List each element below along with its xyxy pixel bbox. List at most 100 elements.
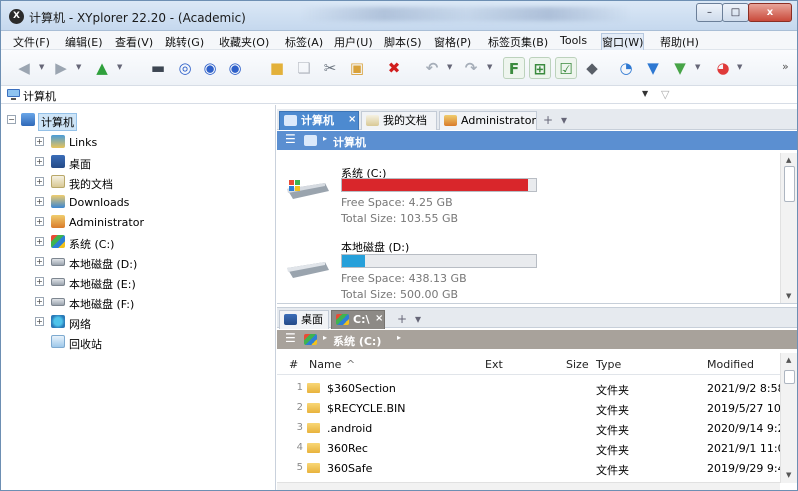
copy-button[interactable]: ❏ <box>293 57 315 79</box>
column-size[interactable]: Size <box>566 358 589 371</box>
pie-dropdown-icon[interactable]: ▼ <box>737 63 742 71</box>
tab-computer[interactable]: 计算机 × <box>279 111 359 130</box>
new-tab-button[interactable]: + <box>397 312 407 326</box>
menu-panes[interactable]: 窗格(P) <box>434 34 471 50</box>
list-row[interactable]: 4 360Rec 文件夹 2021/9/1 11:01 <box>277 438 780 458</box>
up-dropdown-icon[interactable]: ▼ <box>117 63 122 71</box>
menu-view[interactable]: 查看(V) <box>115 34 153 50</box>
expand-icon[interactable]: + <box>35 137 44 146</box>
tree-item-administrator[interactable]: + Administrator <box>1 212 271 232</box>
expand-icon[interactable]: + <box>35 277 44 286</box>
expand-icon[interactable]: + <box>35 197 44 206</box>
delete-button[interactable]: ✖ <box>383 57 405 79</box>
maximize-button[interactable]: □ <box>722 3 749 22</box>
column-ext[interactable]: Ext <box>485 358 503 371</box>
menu-tools[interactable]: Tools <box>560 34 587 47</box>
menu-window[interactable]: 窗口(W) <box>600 33 645 51</box>
address-bar[interactable]: 计算机 ▼ ▽ <box>1 86 797 104</box>
expand-icon[interactable]: + <box>35 317 44 326</box>
tree-item-downloads[interactable]: + Downloads <box>1 192 271 212</box>
checkbox-button[interactable]: ☑ <box>555 57 577 79</box>
tree-item-links[interactable]: + Links <box>1 132 271 152</box>
cut-button[interactable]: ✂ <box>319 57 341 79</box>
breadcrumb-separator-icon[interactable]: ▸ <box>397 333 401 342</box>
search-button[interactable]: ◔ <box>615 57 637 79</box>
expand-icon[interactable]: + <box>35 297 44 306</box>
expand-icon[interactable]: + <box>35 157 44 166</box>
file-lock-button[interactable]: ◆ <box>581 57 603 79</box>
scroll-up-icon[interactable]: ▲ <box>786 156 791 164</box>
tab-documents[interactable]: 我的文档 <box>361 111 437 130</box>
find-files-button[interactable]: ◎ <box>174 57 196 79</box>
back-dropdown-icon[interactable]: ▼ <box>39 63 44 71</box>
tree-item-network[interactable]: + 网络 <box>1 312 271 332</box>
menu-help[interactable]: 帮助(H) <box>660 34 699 50</box>
pie-chart-button[interactable]: ◕ <box>712 57 734 79</box>
tree-item-drive-f[interactable]: + 本地磁盘 (F:) <box>1 292 271 312</box>
up-button[interactable]: ▲ <box>91 57 113 79</box>
list-scrollbar[interactable]: ▲ ▼ <box>780 353 797 483</box>
address-filter-icon[interactable]: ▽ <box>661 88 669 101</box>
column-type[interactable]: Type <box>596 358 621 371</box>
paste-button[interactable]: ▣ <box>346 57 368 79</box>
tab-desktop[interactable]: 桌面 <box>279 310 329 329</box>
tree-item-recycle-bin[interactable]: 回收站 <box>1 332 271 352</box>
breadcrumb-menu-icon[interactable]: ☰ <box>285 132 296 146</box>
tab-menu-button[interactable]: ▾ <box>561 113 567 127</box>
filter-green-dropdown-icon[interactable]: ▼ <box>695 63 700 71</box>
list-row[interactable]: 1 $360Section 文件夹 2021/9/2 8:58: <box>277 378 780 398</box>
expand-icon[interactable]: + <box>35 217 44 226</box>
expand-icon[interactable]: + <box>35 237 44 246</box>
horizontal-scrollbar[interactable] <box>277 482 780 490</box>
tab-close-icon[interactable]: × <box>375 310 383 327</box>
column-name[interactable]: Name <box>309 358 341 371</box>
menu-file[interactable]: 文件(F) <box>13 34 50 50</box>
scroll-down-icon[interactable]: ▼ <box>786 292 791 300</box>
collapse-icon[interactable]: − <box>7 115 16 124</box>
breadcrumb-drive-c[interactable]: 系统 (C:) <box>333 333 381 349</box>
menu-scripting[interactable]: 脚本(S) <box>384 34 422 50</box>
drives-scrollbar[interactable]: ▲ ▼ <box>780 153 797 303</box>
list-row[interactable]: 2 $RECYCLE.BIN 文件夹 2019/5/27 10:1 <box>277 398 780 418</box>
breadcrumb-separator-icon[interactable]: ▸ <box>323 134 327 143</box>
address-dropdown-icon[interactable]: ▼ <box>642 89 648 98</box>
menu-user[interactable]: 用户(U) <box>334 34 373 50</box>
tree-item-desktop[interactable]: + 桌面 <box>1 152 271 172</box>
search-next-button[interactable]: ◉ <box>224 57 246 79</box>
tab-drive-c[interactable]: C:\ × <box>331 310 385 329</box>
menu-tabsets[interactable]: 标签页集(B) <box>488 34 548 50</box>
expand-icon[interactable]: + <box>35 257 44 266</box>
minimize-button[interactable]: – <box>696 3 723 22</box>
menu-go[interactable]: 跳转(G) <box>165 34 204 50</box>
redo-dropdown-icon[interactable]: ▼ <box>487 63 492 71</box>
tree-item-drive-d[interactable]: + 本地磁盘 (D:) <box>1 252 271 272</box>
new-tab-button[interactable]: + <box>543 113 553 127</box>
new-folder-button[interactable]: ■ <box>266 57 288 79</box>
quick-search-button[interactable]: ◉ <box>199 57 221 79</box>
back-button[interactable]: ◀ <box>13 57 35 79</box>
undo-button[interactable]: ↶ <box>421 57 443 79</box>
tree-item-documents[interactable]: + 我的文档 <box>1 172 271 192</box>
breadcrumb-separator-icon[interactable]: ▸ <box>323 333 327 342</box>
scroll-thumb[interactable] <box>784 166 795 202</box>
expand-icon[interactable]: + <box>35 177 44 186</box>
list-row[interactable]: 5 360Safe 文件夹 2019/9/29 9:40 <box>277 458 780 478</box>
close-button[interactable]: x <box>748 3 792 22</box>
forward-dropdown-icon[interactable]: ▼ <box>76 63 81 71</box>
computer-button[interactable]: ▬ <box>147 57 169 79</box>
tab-administrator[interactable]: Administrator <box>439 111 537 130</box>
mini-tree-button[interactable]: F <box>503 57 525 79</box>
title-bar[interactable]: X 计算机 - XYplorer 22.20 - (Academic) – □ … <box>1 1 797 31</box>
filter-green-button[interactable]: ▼ <box>669 57 691 79</box>
scroll-up-icon[interactable]: ▲ <box>786 356 791 364</box>
tree-item-computer[interactable]: − 计算机 <box>1 110 271 131</box>
filter-button[interactable]: ▼ <box>642 57 664 79</box>
redo-button[interactable]: ↷ <box>460 57 482 79</box>
undo-dropdown-icon[interactable]: ▼ <box>447 63 452 71</box>
menu-tags[interactable]: 标签(A) <box>285 34 323 50</box>
scroll-thumb[interactable] <box>784 370 795 384</box>
menu-edit[interactable]: 编辑(E) <box>65 34 103 50</box>
breadcrumb-menu-icon[interactable]: ☰ <box>285 331 296 345</box>
tree-item-drive-e[interactable]: + 本地磁盘 (E:) <box>1 272 271 292</box>
menu-favorites[interactable]: 收藏夹(O) <box>219 34 269 50</box>
